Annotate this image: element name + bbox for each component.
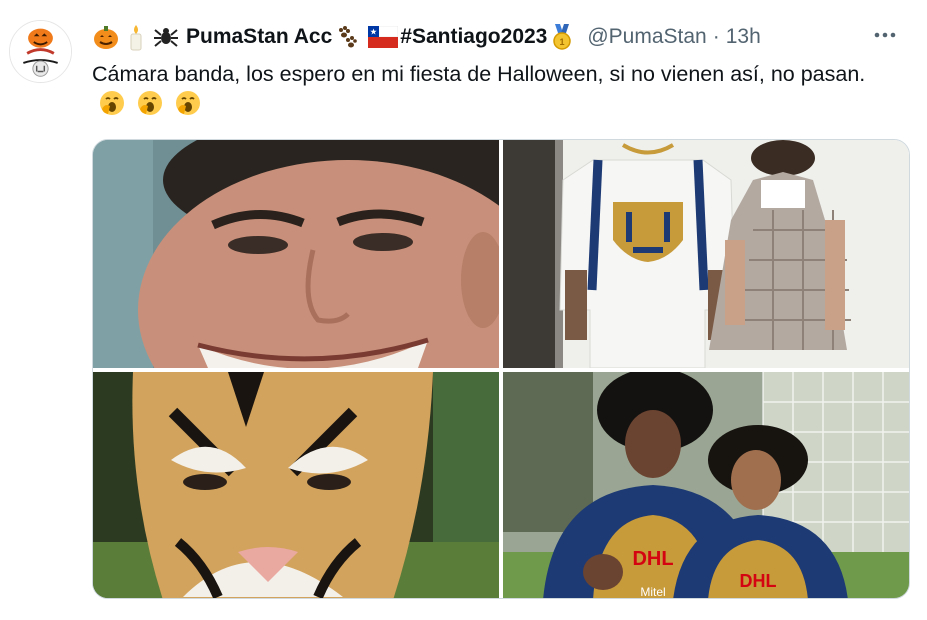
tweet-card[interactable]: PumaStan Acc #Santiago2023 1 @PumaStan ·… <box>0 0 927 620</box>
mitel-logo: Mitel <box>640 585 665 599</box>
spider-icon <box>152 23 180 51</box>
paw-prints-icon <box>334 23 358 51</box>
yawning-face-icon <box>136 89 164 117</box>
photo-couple-pumas-jersey-school-uniform[interactable] <box>503 140 909 368</box>
svg-text:1: 1 <box>560 37 565 47</box>
photo-players-afro-wigs-dhl-jerseys[interactable]: DHL Mitel DHL <box>503 372 909 599</box>
yawning-face-icon <box>174 89 202 117</box>
tweet-text: Cámara banda, los espero en mi fiesta de… <box>92 60 902 119</box>
author-handle[interactable]: @PumaStan <box>587 25 706 49</box>
pumpkin-icon <box>92 23 120 51</box>
gold-medal-icon: 1 <box>549 23 575 51</box>
author-display-name[interactable]: PumaStan Acc <box>186 25 332 49</box>
author-hashtag[interactable]: #Santiago2023 <box>400 25 547 49</box>
author-avatar[interactable] <box>9 20 72 83</box>
media-grid: DHL Mitel DHL <box>92 139 910 599</box>
more-options-icon[interactable] <box>870 20 900 50</box>
candle-icon <box>126 23 146 51</box>
photo-smiling-man-closeup[interactable] <box>93 140 499 368</box>
tweet-timestamp[interactable]: 13h <box>726 25 761 49</box>
tweet-header: PumaStan Acc #Santiago2023 1 @PumaStan ·… <box>92 22 922 52</box>
photo-cat-mask[interactable] <box>93 372 499 598</box>
dhl-logo-right: DHL <box>740 571 777 591</box>
dhl-logo-left: DHL <box>632 548 673 570</box>
yawning-face-icon <box>98 89 126 117</box>
tweet-text-content: Cámara banda, los espero en mi fiesta de… <box>92 62 866 86</box>
chile-flag-icon <box>368 26 399 48</box>
separator-dot: · <box>712 25 720 48</box>
